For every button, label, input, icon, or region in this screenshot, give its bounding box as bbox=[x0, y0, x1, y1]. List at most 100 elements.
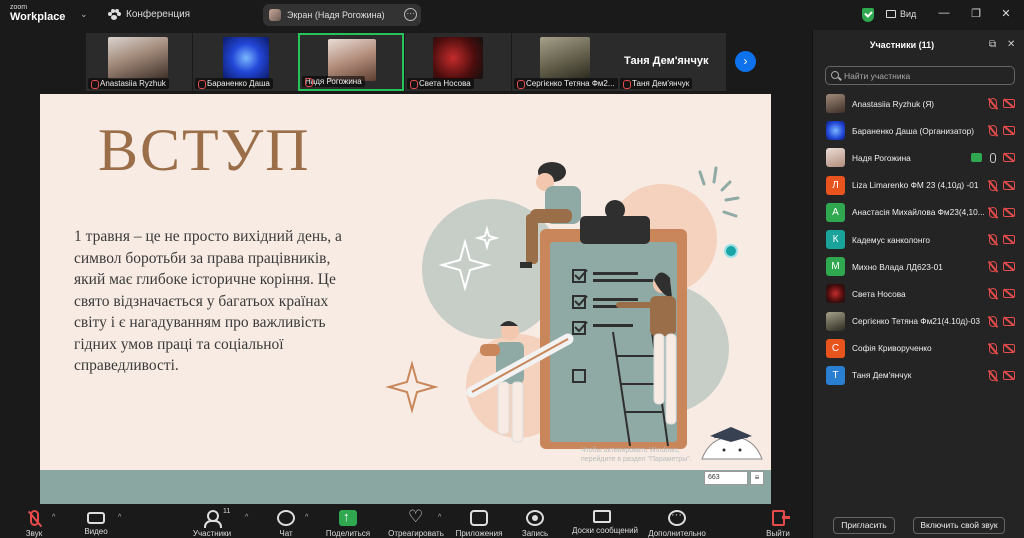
camera-off-icon[interactable] bbox=[1003, 99, 1015, 109]
participants-options-caret-icon[interactable]: ^ bbox=[245, 514, 248, 521]
participant-avatar bbox=[826, 148, 845, 168]
meeting-info-button[interactable]: Конференция bbox=[108, 9, 190, 20]
record-button[interactable]: Запись bbox=[505, 510, 565, 538]
reactions-button[interactable]: Отреагировать bbox=[386, 507, 446, 538]
more-icon bbox=[668, 509, 686, 526]
participant-row[interactable]: М Михно Влада ЛД623-01 bbox=[813, 253, 1024, 280]
participant-name: Таня Дем'янчук bbox=[852, 370, 912, 381]
logo-small-text: zoom bbox=[10, 4, 28, 11]
camera-off-icon[interactable] bbox=[1003, 262, 1015, 272]
participant-row[interactable]: К Кадемус канколонго bbox=[813, 226, 1024, 253]
mic-muted-icon[interactable] bbox=[989, 369, 997, 381]
camera-off-icon[interactable] bbox=[1003, 316, 1015, 326]
thumbnail-tania[interactable]: Таня Дем'янчук Таня Дем'янчук bbox=[618, 33, 726, 91]
share-screen-button[interactable]: Поделиться bbox=[318, 509, 378, 538]
view-icon bbox=[886, 10, 896, 18]
view-label: Вид bbox=[900, 9, 917, 19]
camera-off-icon[interactable] bbox=[1003, 153, 1015, 163]
participant-row[interactable]: Anastasiia Ryzhuk (Я) bbox=[813, 90, 1024, 117]
participant-avatar bbox=[433, 37, 483, 79]
mic-muted-icon bbox=[29, 510, 39, 526]
participants-panel: Участники (11) ⧉ ✕ Найти участника Anast… bbox=[812, 30, 1024, 538]
participant-row[interactable]: Света Носова bbox=[813, 280, 1024, 307]
video-camera-icon bbox=[87, 512, 105, 524]
participants-button[interactable]: 11 Участники bbox=[182, 508, 242, 538]
restore-icon[interactable]: ❐ bbox=[968, 7, 984, 20]
slide-illustration bbox=[385, 162, 763, 460]
mic-muted-icon[interactable] bbox=[989, 342, 997, 354]
participant-row[interactable]: Л Liza Limarenko ФМ 23 (4,10д) -01 bbox=[813, 172, 1024, 199]
participants-panel-title: Участники (11) bbox=[869, 40, 935, 50]
leave-icon bbox=[771, 510, 790, 526]
thumbnail-name: Света Носова bbox=[407, 78, 474, 89]
mic-muted-icon[interactable] bbox=[989, 98, 997, 110]
mic-muted-icon[interactable] bbox=[989, 179, 997, 191]
pop-out-icon[interactable]: ⧉ bbox=[989, 39, 996, 50]
reactions-options-caret-icon[interactable]: ^ bbox=[438, 514, 441, 521]
next-page-arrow-icon[interactable]: › bbox=[735, 51, 756, 72]
zoom-window: zoom Workplace ⌄ Конференция Экран (Надя… bbox=[0, 0, 1024, 538]
chevron-down-icon[interactable]: ⌄ bbox=[80, 9, 88, 20]
minimize-icon[interactable]: — bbox=[936, 7, 952, 19]
thumbnail-serhiienko[interactable]: Сергієнко Тетяна Фм2... bbox=[512, 33, 618, 91]
participant-search-input[interactable]: Найти участника bbox=[825, 66, 1015, 85]
thumbnail-name: Сергієнко Тетяна Фм2... bbox=[514, 78, 618, 89]
view-button[interactable]: Вид bbox=[886, 9, 916, 19]
camera-off-icon[interactable] bbox=[1003, 126, 1015, 136]
leave-button[interactable]: Выйти bbox=[748, 510, 808, 538]
logo-big-text: Workplace bbox=[10, 11, 66, 23]
close-icon[interactable]: ✕ bbox=[998, 7, 1014, 20]
mic-muted-icon[interactable] bbox=[989, 261, 997, 273]
participant-row[interactable]: Бараненко Даша (Организатор) bbox=[813, 117, 1024, 144]
apps-icon bbox=[470, 510, 488, 526]
thumbnail-anastasiia[interactable]: Anastasiia Ryzhuk bbox=[86, 33, 192, 91]
participant-row[interactable]: Надя Рогожина bbox=[813, 144, 1024, 171]
participant-row[interactable]: А Анастасія Михайлова Фм23(4,10... bbox=[813, 199, 1024, 226]
chat-options-caret-icon[interactable]: ^ bbox=[305, 514, 308, 521]
participant-row[interactable]: Сергієнко Тетяна Фм21(4.10д)-03 bbox=[813, 308, 1024, 335]
camera-off-icon[interactable] bbox=[1003, 370, 1015, 380]
mic-on-icon[interactable] bbox=[990, 152, 996, 163]
meeting-toolbar: Звук ^ Видео ^ 11 Участники ^ Чат ^ Поде… bbox=[0, 504, 812, 538]
participant-row[interactable]: С Софія Криворученко bbox=[813, 335, 1024, 362]
heart-icon bbox=[407, 507, 425, 527]
participant-name: Надя Рогожина bbox=[852, 152, 911, 163]
apps-button[interactable]: Приложения bbox=[449, 510, 509, 538]
security-shield-icon[interactable] bbox=[862, 8, 874, 22]
thumbnail-sveta[interactable]: Света Носова bbox=[405, 33, 511, 91]
video-button[interactable]: Видео bbox=[66, 510, 126, 536]
screen-share-pill[interactable]: Экран (Надя Рогожина) ··· bbox=[263, 4, 421, 26]
mic-muted-icon[interactable] bbox=[989, 234, 997, 246]
share-screen-icon bbox=[339, 509, 357, 526]
remote-pointer-icon bbox=[724, 244, 738, 258]
thumbnail-nadia[interactable]: Надя Рогожина bbox=[298, 33, 404, 91]
invite-button[interactable]: Пригласить bbox=[833, 517, 895, 534]
camera-off-icon[interactable] bbox=[1003, 289, 1015, 299]
camera-off-icon[interactable] bbox=[1003, 235, 1015, 245]
slide-menu-icon[interactable]: ≡ bbox=[750, 471, 764, 485]
participant-avatar bbox=[826, 311, 845, 331]
mic-muted-icon[interactable] bbox=[989, 125, 997, 137]
more-button[interactable]: Дополнительно bbox=[647, 509, 707, 538]
thumbnail-baranenko[interactable]: Бараненко Даша bbox=[193, 33, 299, 91]
meeting-label: Конференция bbox=[126, 9, 191, 20]
mic-muted-icon[interactable] bbox=[989, 315, 997, 327]
video-options-caret-icon[interactable]: ^ bbox=[118, 514, 121, 521]
participant-row[interactable]: Т Таня Дем'янчук bbox=[813, 362, 1024, 389]
leave-label: Выйти bbox=[766, 529, 790, 538]
camera-off-icon[interactable] bbox=[1003, 180, 1015, 190]
more-options-icon[interactable]: ··· bbox=[404, 8, 417, 21]
camera-off-icon[interactable] bbox=[1003, 207, 1015, 217]
unmute-self-button[interactable]: Включить свой звук bbox=[913, 517, 1005, 534]
audio-options-caret-icon[interactable]: ^ bbox=[52, 514, 55, 521]
participant-name: Софія Криворученко bbox=[852, 343, 932, 354]
participant-list: Anastasiia Ryzhuk (Я) Бараненко Даша (Ор… bbox=[813, 90, 1024, 389]
mic-muted-icon[interactable] bbox=[989, 206, 997, 218]
close-panel-icon[interactable]: ✕ bbox=[1007, 39, 1015, 50]
paw-icon bbox=[108, 9, 121, 20]
camera-off-icon[interactable] bbox=[1003, 343, 1015, 353]
audio-label: Звук bbox=[25, 529, 43, 538]
whiteboards-button[interactable]: Доски сообщений bbox=[572, 510, 638, 535]
mic-muted-icon[interactable] bbox=[989, 288, 997, 300]
chat-icon bbox=[277, 510, 295, 526]
